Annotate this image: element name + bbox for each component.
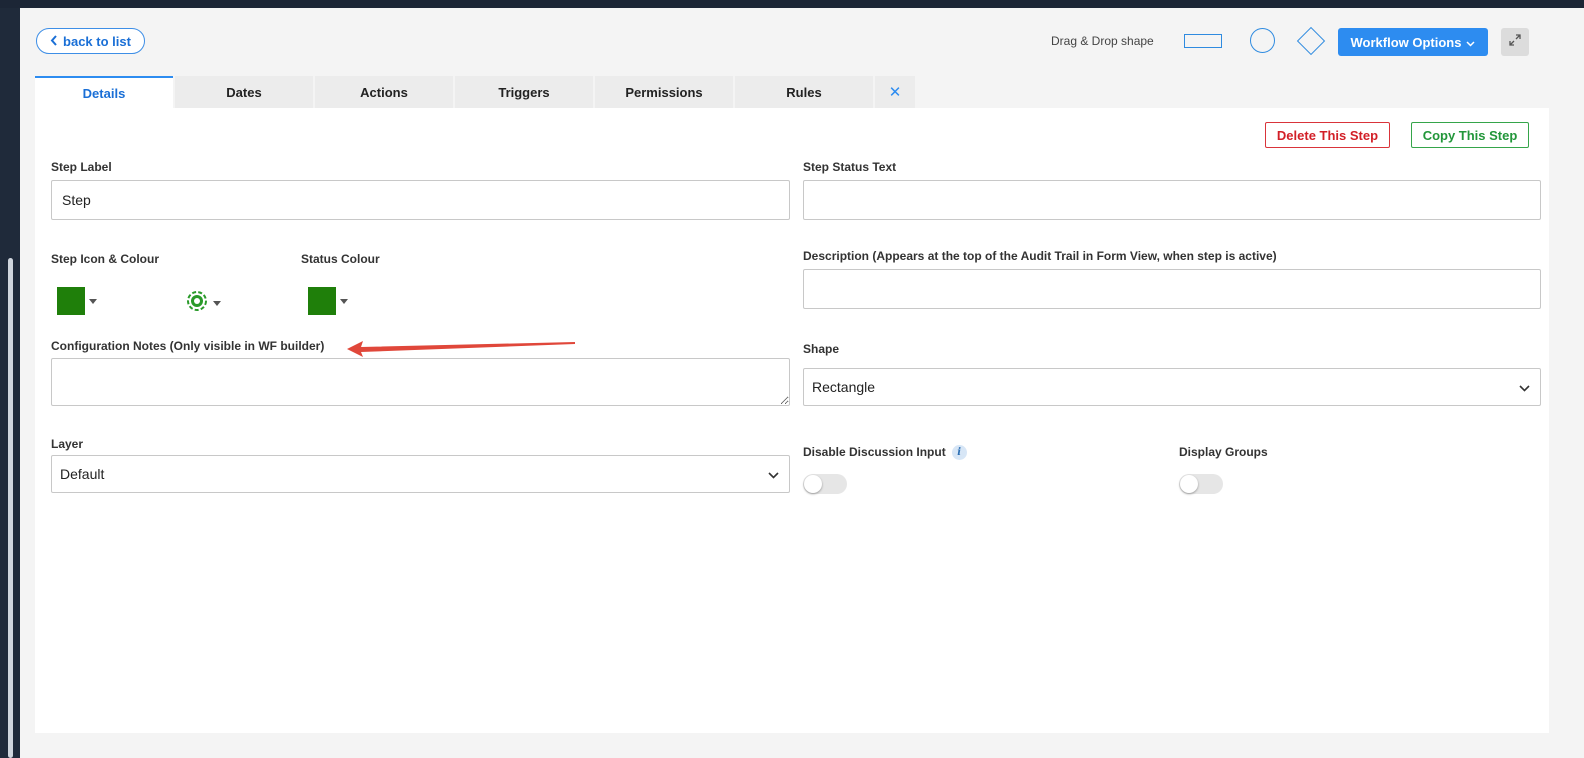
workflow-step-editor: back to list Drag & Drop shape Workflow … <box>20 8 1584 758</box>
caret-down-icon <box>89 298 97 304</box>
shape-value: Rectangle <box>812 379 876 395</box>
display-groups-label: Display Groups <box>1179 445 1268 459</box>
chevron-down-icon <box>768 466 779 482</box>
chevron-down-icon <box>1466 35 1476 50</box>
disable-discussion-text: Disable Discussion Input <box>803 445 946 459</box>
step-label-label: Step Label <box>51 160 112 174</box>
step-status-text-input[interactable] <box>803 180 1541 220</box>
description-label: Description (Appears at the top of the A… <box>803 249 1277 263</box>
tab-permissions[interactable]: Permissions <box>595 76 733 108</box>
info-icon[interactable]: i <box>951 445 967 461</box>
expand-button[interactable] <box>1501 28 1529 56</box>
config-notes-textarea[interactable] <box>51 358 790 406</box>
layer-select[interactable]: Default <box>51 455 790 493</box>
step-colour-swatch <box>57 287 85 315</box>
step-label-input[interactable] <box>51 180 790 220</box>
step-status-text-label: Step Status Text <box>803 160 897 174</box>
step-colour-picker[interactable] <box>57 287 97 315</box>
workflow-options-label: Workflow Options <box>1350 34 1462 50</box>
back-to-list-label: back to list <box>63 33 131 49</box>
chevron-left-icon <box>50 34 58 49</box>
display-groups-toggle[interactable] <box>1179 474 1223 494</box>
layer-label: Layer <box>51 437 84 451</box>
window-top-edge <box>0 0 1584 8</box>
disable-discussion-toggle[interactable] <box>803 474 847 494</box>
step-tabs: Details Dates Actions Triggers Permissio… <box>35 76 915 108</box>
disable-discussion-label: Disable Discussion Input i <box>803 445 967 461</box>
workflow-options-button[interactable]: Workflow Options <box>1338 28 1488 56</box>
diamond-shape-icon[interactable] <box>1296 26 1326 56</box>
shape-label: Shape <box>803 342 840 356</box>
circle-shape-icon[interactable] <box>1250 28 1275 53</box>
toggle-knob <box>1180 475 1198 493</box>
toggle-knob <box>804 475 822 493</box>
shape-select[interactable]: Rectangle <box>803 368 1541 406</box>
chevron-down-icon <box>1519 379 1530 395</box>
tab-rules[interactable]: Rules <box>735 76 873 108</box>
gear-icon <box>185 289 209 318</box>
details-panel: Delete This Step Copy This Step Step Lab… <box>35 108 1549 733</box>
drag-drop-label: Drag & Drop shape <box>1051 34 1154 48</box>
config-notes-label: Configuration Notes (Only visible in WF … <box>51 339 325 353</box>
status-colour-picker[interactable] <box>308 287 348 315</box>
status-colour-label: Status Colour <box>301 252 380 266</box>
tab-actions[interactable]: Actions <box>315 76 453 108</box>
caret-down-icon <box>213 301 221 306</box>
close-icon[interactable]: ✕ <box>875 76 915 108</box>
tab-triggers[interactable]: Triggers <box>455 76 593 108</box>
layer-value: Default <box>60 466 105 482</box>
caret-down-icon <box>340 298 348 304</box>
rectangle-shape-icon[interactable] <box>1184 34 1222 48</box>
tab-dates[interactable]: Dates <box>175 76 313 108</box>
description-input[interactable] <box>803 269 1541 309</box>
expand-icon <box>1509 33 1521 51</box>
annotation-arrow <box>347 341 575 357</box>
scrollbar[interactable] <box>8 258 13 758</box>
copy-step-button[interactable]: Copy This Step <box>1411 122 1529 148</box>
tab-details[interactable]: Details <box>35 76 173 108</box>
back-to-list-button[interactable]: back to list <box>36 28 145 54</box>
step-icon-colour-label: Step Icon & Colour <box>51 252 159 266</box>
step-icon-picker[interactable] <box>185 289 221 318</box>
delete-step-button[interactable]: Delete This Step <box>1265 122 1390 148</box>
status-colour-swatch <box>308 287 336 315</box>
